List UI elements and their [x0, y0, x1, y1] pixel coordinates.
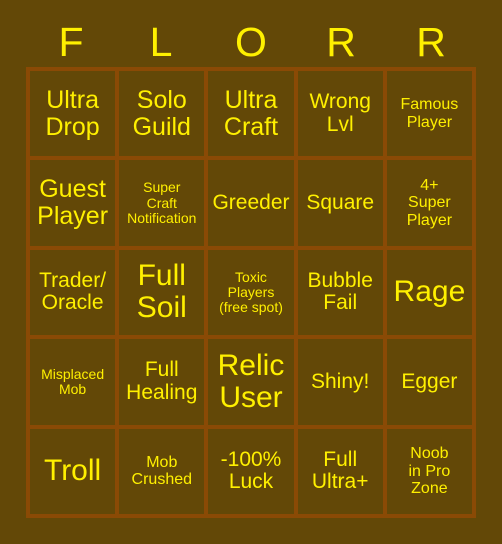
bingo-cell-1-1[interactable]: Super Craft Notification	[119, 160, 205, 246]
bingo-cell-4-0[interactable]: Troll	[30, 428, 116, 514]
bingo-cell-0-2[interactable]: Ultra Craft	[208, 71, 294, 157]
bingo-cell-2-4[interactable]: Rage	[386, 249, 472, 336]
bingo-cell-0-0[interactable]: Ultra Drop	[30, 71, 116, 157]
bingo-cell-3-2[interactable]: Relic User	[208, 339, 294, 425]
bingo-cell-1-0[interactable]: Guest Player	[30, 160, 116, 246]
bingo-cell-0-4[interactable]: Famous Player	[386, 71, 472, 157]
bingo-cell-4-2[interactable]: -100% Luck	[208, 428, 294, 514]
bingo-cell-2-3[interactable]: Bubble Fail	[297, 249, 383, 336]
bingo-cell-label: Solo Guild	[132, 85, 191, 141]
bingo-cell-4-4[interactable]: Noob in Pro Zone	[386, 428, 472, 514]
bingo-cell-4-1[interactable]: Mob Crushed	[119, 428, 205, 514]
bingo-cell-label: Rage	[393, 275, 466, 309]
bingo-cell-label: Full Ultra+	[311, 447, 369, 494]
bingo-cell-label: Toxic Players (free spot)	[219, 268, 283, 316]
bingo-cell-label: Shiny!	[311, 369, 370, 393]
bingo-header-letter-0: F	[58, 19, 84, 65]
bingo-cell-label: Troll	[43, 454, 102, 488]
bingo-cell-label: Trader/Oracle	[39, 268, 107, 315]
bingo-cell-2-1[interactable]: Full Soil	[119, 249, 205, 336]
bingo-cell-label: Greeder	[212, 190, 290, 214]
bingo-cell-label: Guest Player	[37, 175, 109, 231]
bingo-cell-label: Full Soil	[136, 259, 187, 325]
bingo-cell-3-1[interactable]: Full Healing	[119, 339, 205, 425]
bingo-cell-label: Wrong Lvl	[309, 90, 371, 136]
bingo-cell-label: Relic User	[217, 348, 285, 414]
bingo-header-letter-4: R	[416, 19, 446, 65]
bingo-cell-label: Ultra Drop	[45, 85, 100, 141]
bingo-header: FLORR	[26, 18, 476, 67]
bingo-grid: Ultra Drop Solo Guild Ultra Craft Wrong Lvl Famo…	[26, 67, 476, 518]
bingo-cell-label: Mob Crushed	[131, 454, 193, 489]
bingo-header-letter-3: R	[326, 19, 356, 65]
bingo-cell-label: Noob in Pro Zone	[408, 445, 451, 497]
bingo-cell-4-3[interactable]: Full Ultra+	[297, 428, 383, 514]
bingo-cell-label: Super Craft Notification	[127, 179, 197, 226]
bingo-cell-2-2[interactable]: Toxic Players (free spot)	[208, 249, 294, 336]
bingo-cell-label: Famous Player	[400, 96, 459, 131]
bingo-cell-3-0[interactable]: Misplaced Mob	[30, 339, 116, 425]
bingo-cell-label: -100% Luck	[220, 447, 282, 494]
bingo-cell-label: Full Healing	[126, 358, 198, 404]
bingo-cell-label: Egger	[401, 369, 458, 393]
bingo-header-letter-1: L	[149, 19, 173, 65]
bingo-cell-label: Misplaced Mob	[41, 365, 105, 397]
bingo-cell-label: Ultra Craft	[223, 85, 279, 141]
bingo-cell-0-1[interactable]: Solo Guild	[119, 71, 205, 157]
bingo-cell-3-4[interactable]: Egger	[386, 339, 472, 425]
bingo-cell-2-0[interactable]: Trader/Oracle	[30, 249, 116, 336]
bingo-cell-label: Bubble Fail	[307, 268, 373, 315]
bingo-cell-label: Square	[306, 190, 375, 214]
bingo-cell-3-3[interactable]: Shiny!	[297, 339, 383, 425]
bingo-cell-1-2[interactable]: Greeder	[208, 160, 294, 246]
bingo-header-letter-2: O	[235, 19, 267, 65]
bingo-cell-1-3[interactable]: Square	[297, 160, 383, 246]
bingo-cell-label: 4+ Super Player	[406, 177, 453, 229]
bingo-cell-1-4[interactable]: 4+ Super Player	[386, 160, 472, 246]
bingo-card: F L O R R Ultra Drop Solo Guild Ultra Craft Wrong L…	[0, 0, 502, 544]
bingo-cell-0-3[interactable]: Wrong Lvl	[297, 71, 383, 157]
